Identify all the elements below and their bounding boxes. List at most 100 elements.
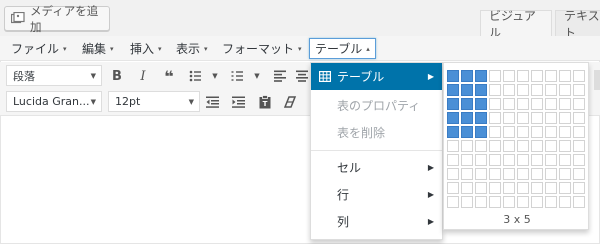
grid-cell[interactable] — [531, 182, 543, 194]
grid-cell[interactable] — [545, 70, 557, 82]
grid-cell[interactable] — [573, 140, 585, 152]
grid-cell[interactable] — [447, 196, 459, 208]
grid-cell[interactable] — [559, 196, 571, 208]
grid-cell[interactable] — [447, 112, 459, 124]
grid-cell[interactable] — [489, 84, 501, 96]
grid-cell[interactable] — [447, 70, 459, 82]
chevron-down-icon[interactable]: ▼ — [204, 65, 226, 87]
grid-cell[interactable] — [503, 126, 515, 138]
menu-edit[interactable]: 編集 ▾ — [77, 38, 119, 59]
grid-cell[interactable] — [447, 168, 459, 180]
grid-cell[interactable] — [461, 182, 473, 194]
grid-cell[interactable] — [503, 196, 515, 208]
grid-cell[interactable] — [531, 154, 543, 166]
grid-cell[interactable] — [559, 98, 571, 110]
grid-cell[interactable] — [517, 182, 529, 194]
tab-visual[interactable]: ビジュアル — [480, 9, 552, 40]
grid-cell[interactable] — [489, 140, 501, 152]
table-menu-item-row[interactable]: 行 ▶ — [311, 181, 442, 208]
grid-cell[interactable] — [545, 154, 557, 166]
grid-cell[interactable] — [545, 126, 557, 138]
scrollbar[interactable] — [594, 70, 600, 90]
grid-cell[interactable] — [559, 140, 571, 152]
grid-cell[interactable] — [475, 154, 487, 166]
menu-view[interactable]: 表示 ▾ — [171, 38, 213, 59]
table-menu-item-table[interactable]: テーブル ▶ — [311, 63, 442, 90]
grid-cell[interactable] — [517, 154, 529, 166]
grid-cell[interactable] — [475, 182, 487, 194]
grid-cell[interactable] — [447, 140, 459, 152]
grid-cell[interactable] — [559, 112, 571, 124]
grid-cell[interactable] — [573, 196, 585, 208]
grid-cell[interactable] — [489, 112, 501, 124]
grid-cell[interactable] — [475, 126, 487, 138]
grid-cell[interactable] — [545, 84, 557, 96]
grid-cell[interactable] — [545, 112, 557, 124]
grid-cell[interactable] — [559, 168, 571, 180]
menu-format[interactable]: フォーマット ▾ — [217, 38, 307, 59]
grid-cell[interactable] — [489, 98, 501, 110]
grid-cell[interactable] — [531, 168, 543, 180]
grid-cell[interactable] — [489, 196, 501, 208]
grid-cell[interactable] — [517, 84, 529, 96]
grid-cell[interactable] — [545, 140, 557, 152]
table-menu-item-delete[interactable]: 表を削除 — [311, 119, 442, 146]
grid-cell[interactable] — [475, 84, 487, 96]
grid-cell[interactable] — [545, 168, 557, 180]
grid-cell[interactable] — [503, 182, 515, 194]
grid-cell[interactable] — [489, 126, 501, 138]
menu-insert[interactable]: 挿入 ▾ — [125, 38, 167, 59]
grid-cell[interactable] — [517, 196, 529, 208]
grid-cell[interactable] — [531, 84, 543, 96]
grid-cell[interactable] — [461, 126, 473, 138]
grid-cell[interactable] — [447, 126, 459, 138]
menu-table[interactable]: テーブル ▴ — [309, 38, 376, 59]
blockquote-icon[interactable]: ❝ — [158, 65, 180, 87]
grid-cell[interactable] — [461, 98, 473, 110]
grid-cell[interactable] — [489, 168, 501, 180]
grid-cell[interactable] — [503, 98, 515, 110]
grid-cell[interactable] — [447, 84, 459, 96]
grid-cell[interactable] — [503, 84, 515, 96]
grid-cell[interactable] — [573, 84, 585, 96]
grid-cell[interactable] — [531, 112, 543, 124]
grid-cell[interactable] — [447, 98, 459, 110]
menu-file[interactable]: ファイル ▾ — [6, 38, 72, 59]
grid-cell[interactable] — [517, 98, 529, 110]
grid-cell[interactable] — [559, 84, 571, 96]
grid-cell[interactable] — [461, 140, 473, 152]
grid-cell[interactable] — [503, 154, 515, 166]
grid-cell[interactable] — [573, 70, 585, 82]
grid-cell[interactable] — [447, 182, 459, 194]
chevron-down-icon[interactable]: ▼ — [246, 65, 268, 87]
grid-cell[interactable] — [489, 154, 501, 166]
grid-cell[interactable] — [475, 168, 487, 180]
grid-cell[interactable] — [489, 182, 501, 194]
paste-as-text-icon[interactable]: T — [254, 91, 276, 113]
grid-cell[interactable] — [503, 112, 515, 124]
grid-cell[interactable] — [559, 70, 571, 82]
grid-cell[interactable] — [573, 168, 585, 180]
grid-cell[interactable] — [461, 154, 473, 166]
bold-icon[interactable]: B — [106, 65, 128, 87]
grid-cell[interactable] — [545, 98, 557, 110]
grid-cell[interactable] — [531, 196, 543, 208]
indent-icon[interactable] — [228, 91, 250, 113]
grid-cell[interactable] — [475, 140, 487, 152]
grid-cell[interactable] — [461, 168, 473, 180]
grid-cell[interactable] — [503, 140, 515, 152]
tab-text[interactable]: テキスト — [555, 9, 600, 40]
grid-cell[interactable] — [475, 196, 487, 208]
grid-cell[interactable] — [517, 70, 529, 82]
grid-cell[interactable] — [461, 112, 473, 124]
grid-cell[interactable] — [573, 182, 585, 194]
font-size-select[interactable]: 12pt ▼ — [108, 91, 200, 112]
grid-cell[interactable] — [559, 154, 571, 166]
grid-cell[interactable] — [475, 112, 487, 124]
grid-cell[interactable] — [573, 98, 585, 110]
outdent-icon[interactable] — [202, 91, 224, 113]
clear-formatting-icon[interactable] — [280, 91, 302, 113]
grid-cell[interactable] — [461, 70, 473, 82]
grid-cell[interactable] — [475, 70, 487, 82]
grid-cell[interactable] — [559, 126, 571, 138]
